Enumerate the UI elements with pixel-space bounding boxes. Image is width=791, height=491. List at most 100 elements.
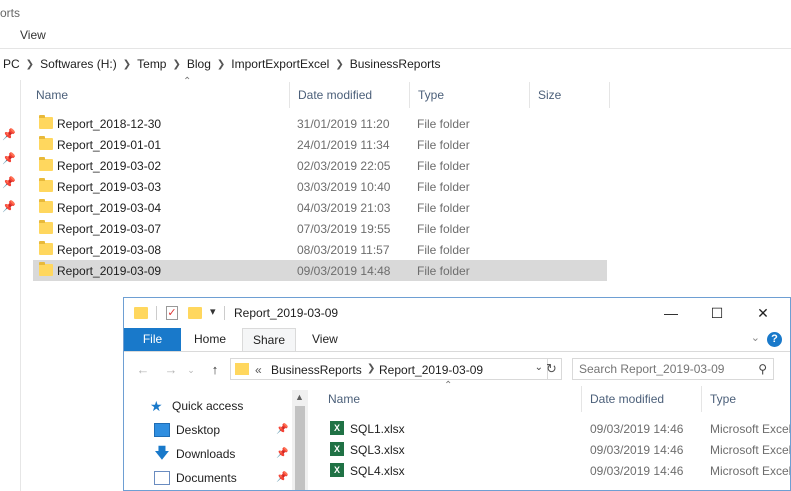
row-date: 24/01/2019 11:34 xyxy=(297,138,390,152)
tab-home[interactable]: Home xyxy=(184,328,236,351)
breadcrumb-item[interactable]: BusinessReports xyxy=(271,363,362,377)
column-type[interactable]: Type xyxy=(702,386,790,412)
forward-arrow-icon[interactable]: → xyxy=(162,361,180,379)
folder-icon xyxy=(39,157,53,171)
folder-icon xyxy=(39,262,53,276)
chevron-right-icon: ❯ xyxy=(367,363,376,374)
excel-file-icon: X xyxy=(330,421,344,435)
row-type: File folder xyxy=(417,180,470,194)
row-date: 03/03/2019 10:40 xyxy=(297,180,391,194)
chevron-down-icon[interactable]: ⌄ xyxy=(751,331,760,344)
help-icon[interactable]: ? xyxy=(767,332,782,347)
breadcrumb-item[interactable]: Report_2019-03-09 xyxy=(379,363,483,377)
ribbon-divider xyxy=(0,48,791,49)
tab-view[interactable]: View xyxy=(20,28,46,42)
scrollbar[interactable]: ▲ xyxy=(292,390,308,490)
row-date: 09/03/2019 14:46 xyxy=(590,443,684,457)
row-name: Report_2019-03-02 xyxy=(57,159,162,173)
column-header: ⌃ Name Date modified Type xyxy=(320,380,790,412)
divider xyxy=(224,306,225,320)
table-row[interactable]: X SQL4.xlsx 09/03/2019 14:46 Microsoft E… xyxy=(324,460,791,481)
explorer-window: ✓ ▾ Report_2019-03-09 — ☐ ✕ File Home Sh… xyxy=(123,297,791,491)
excel-file-icon: X xyxy=(330,442,344,456)
sidebar-item-desktop[interactable]: Desktop xyxy=(154,420,220,440)
up-arrow-icon[interactable]: ↑ xyxy=(206,361,224,379)
scroll-up-icon[interactable]: ▲ xyxy=(295,392,304,402)
tab-share[interactable]: Share xyxy=(242,328,297,351)
row-type: File folder xyxy=(417,264,470,278)
breadcrumb-item[interactable]: Temp xyxy=(137,57,166,71)
folder-icon xyxy=(39,136,53,150)
download-icon: 🡇 xyxy=(154,445,170,462)
breadcrumb-item[interactable]: BusinessReports xyxy=(350,57,441,71)
table-row[interactable]: Report_2019-03-03 03/03/2019 10:40 File … xyxy=(33,176,607,197)
row-date: 04/03/2019 21:03 xyxy=(297,201,391,215)
scrollbar-thumb[interactable] xyxy=(295,406,305,490)
divider xyxy=(156,306,157,320)
desktop-icon xyxy=(154,423,170,437)
breadcrumb-item[interactable]: Softwares (H:) xyxy=(40,57,117,71)
column-date-modified[interactable]: Date modified xyxy=(290,82,410,108)
tab-view[interactable]: View xyxy=(302,328,348,351)
row-date: 08/03/2019 11:57 xyxy=(297,243,390,257)
row-name: SQL4.xlsx xyxy=(350,464,405,478)
close-icon[interactable]: ✕ xyxy=(748,302,778,324)
pin-icon: 📌 xyxy=(276,424,289,435)
properties-icon[interactable]: ✓ xyxy=(166,306,178,320)
window-title: Report_2019-03-09 xyxy=(234,306,339,320)
customize-dropdown-icon[interactable]: ▾ xyxy=(210,305,216,318)
address-bar[interactable]: « BusinessReports ❯ Report_2019-03-09 ⌄ xyxy=(230,358,548,380)
row-name: SQL1.xlsx xyxy=(350,422,405,436)
search-icon[interactable]: ⚲ xyxy=(758,362,767,376)
title-bar[interactable]: ✓ ▾ Report_2019-03-09 — ☐ ✕ xyxy=(124,298,790,328)
star-icon: ★ xyxy=(150,398,163,414)
pin-icon: 📌 xyxy=(276,472,289,483)
table-row[interactable]: X SQL3.xlsx 09/03/2019 14:46 Microsoft E… xyxy=(324,439,790,460)
search-box[interactable]: ⚲ xyxy=(572,358,774,380)
table-row[interactable]: X SQL1.xlsx 09/03/2019 14:46 Microsoft E… xyxy=(324,418,790,439)
navigation-pane: 📌 📌 📌 📌 xyxy=(0,80,21,491)
minimize-icon[interactable]: — xyxy=(656,302,686,324)
folder-icon xyxy=(39,115,53,129)
row-type: Microsoft Excel Worksheet xyxy=(710,464,791,478)
sidebar-item-label: Quick access xyxy=(172,399,244,413)
overflow-chevron[interactable]: « xyxy=(255,363,262,377)
column-type[interactable]: Type xyxy=(410,82,530,108)
column-header: ⌃ Name Date modified Type Size xyxy=(28,76,618,108)
column-date-modified[interactable]: Date modified xyxy=(582,386,702,412)
column-name[interactable]: Name xyxy=(28,82,290,108)
refresh-icon[interactable]: ↻ xyxy=(542,358,562,380)
breadcrumb-item[interactable]: PC xyxy=(3,57,20,71)
sidebar-item-label: Downloads xyxy=(176,447,236,461)
sidebar-item-downloads[interactable]: 🡇 Downloads xyxy=(154,444,235,464)
table-row[interactable]: Report_2019-03-07 07/03/2019 19:55 File … xyxy=(33,218,607,239)
back-arrow-icon[interactable]: ← xyxy=(134,361,152,379)
folder-icon xyxy=(39,199,53,213)
table-row[interactable]: Report_2019-03-02 02/03/2019 22:05 File … xyxy=(33,155,607,176)
row-date: 31/01/2019 11:20 xyxy=(297,117,390,131)
tab-file[interactable]: File xyxy=(124,328,181,351)
table-row[interactable]: Report_2019-03-08 08/03/2019 11:57 File … xyxy=(33,239,607,260)
back-window-ribbon: orts View xyxy=(0,0,791,48)
breadcrumb-item[interactable]: Blog xyxy=(187,57,211,71)
sidebar-item-documents[interactable]: Documents xyxy=(154,468,237,488)
folder-icon xyxy=(39,241,53,255)
table-row[interactable]: Report_2018-12-30 31/01/2019 11:20 File … xyxy=(33,113,607,134)
new-folder-icon[interactable] xyxy=(188,307,202,319)
navigation-bar: ← → ⌄ ↑ « BusinessReports ❯ Report_2019-… xyxy=(124,356,790,384)
breadcrumb[interactable]: PC ❯ Softwares (H:) ❯ Temp ❯ Blog ❯ Impo… xyxy=(0,53,791,75)
table-row-selected[interactable]: Report_2019-03-09 09/03/2019 14:48 File … xyxy=(33,260,607,281)
recent-locations-icon[interactable]: ⌄ xyxy=(182,361,200,379)
table-row[interactable]: Report_2019-01-01 24/01/2019 11:34 File … xyxy=(33,134,607,155)
row-type: File folder xyxy=(417,159,470,173)
row-name: Report_2019-03-08 xyxy=(57,243,162,257)
breadcrumb-item[interactable]: ImportExportExcel xyxy=(231,57,329,71)
sidebar-item-quick-access[interactable]: ★ Quick access xyxy=(150,396,243,416)
column-size[interactable]: Size xyxy=(530,82,610,108)
pin-icon: 📌 xyxy=(2,201,16,213)
table-row[interactable]: Report_2019-03-04 04/03/2019 21:03 File … xyxy=(33,197,607,218)
pin-icon: 📌 xyxy=(276,448,289,459)
search-input[interactable] xyxy=(579,361,749,377)
column-name[interactable]: Name xyxy=(320,386,582,412)
maximize-icon[interactable]: ☐ xyxy=(702,302,732,324)
